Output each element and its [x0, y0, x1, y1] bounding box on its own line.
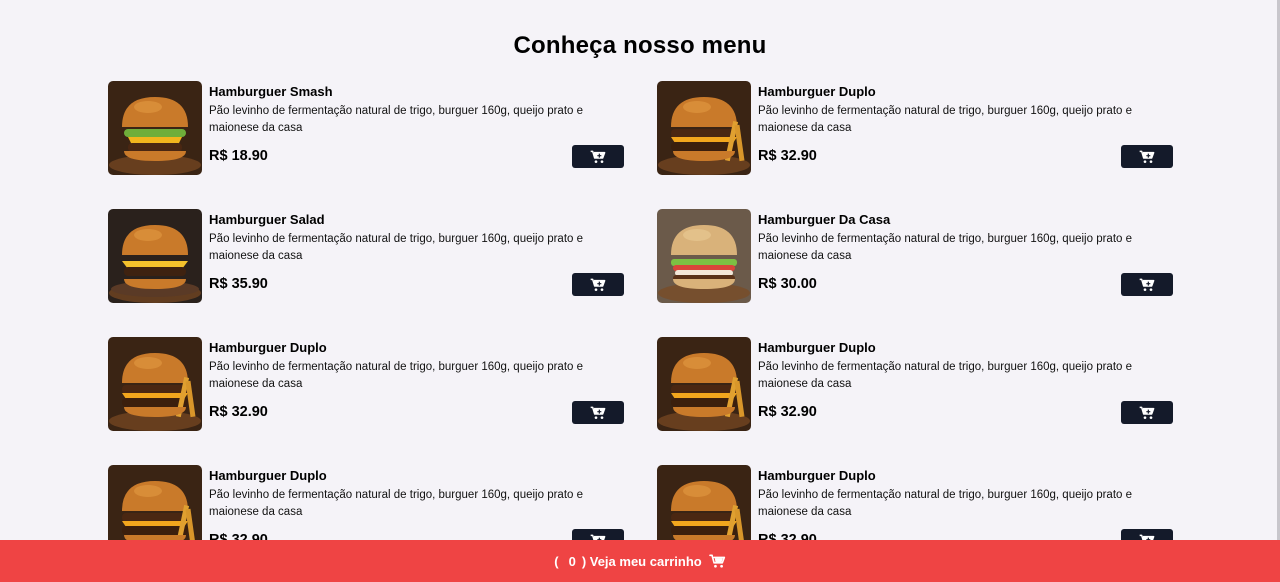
- cart-count: 0: [568, 553, 576, 569]
- cart-plus-icon: [1139, 406, 1155, 419]
- menu-item: Hamburguer Duplo Pão levinho de fermenta…: [657, 81, 1173, 175]
- menu-item-description: Pão levinho de fermentação natural de tr…: [209, 361, 584, 390]
- menu-item: Hamburguer Duplo Pão levinho de fermenta…: [657, 337, 1173, 431]
- menu-item-description: Pão levinho de fermentação natural de tr…: [758, 489, 1133, 518]
- menu-item-name: Hamburguer Duplo: [758, 468, 876, 483]
- menu-item-description: Pão levinho de fermentação natural de tr…: [758, 105, 1133, 134]
- menu-item-price: R$ 30.00: [758, 276, 817, 292]
- menu-item-name: Hamburguer Salad: [209, 212, 325, 227]
- menu-item: Hamburguer Smash Pão levinho de fermenta…: [108, 81, 624, 175]
- menu-grid: Hamburguer Smash Pão levinho de fermenta…: [108, 81, 1174, 559]
- view-cart-label: ) Veja meu carrinho: [581, 553, 702, 569]
- cart-plus-icon: [1139, 150, 1155, 163]
- cart-icon: [708, 554, 725, 568]
- burger-smash-image: [108, 81, 202, 175]
- menu-item: Hamburguer Da Casa Pão levinho de fermen…: [657, 209, 1173, 303]
- menu-item-info: Hamburguer Duplo Pão levinho de fermenta…: [758, 81, 1173, 175]
- menu-item-price: R$ 32.90: [209, 404, 268, 420]
- burger-duplo-image: [108, 337, 202, 431]
- view-cart-button[interactable]: ( 0 ) Veja meu carrinho: [0, 540, 1280, 582]
- menu-item-name: Hamburguer Duplo: [758, 340, 876, 355]
- menu-item-info: Hamburguer Salad Pão levinho de fermenta…: [209, 209, 624, 303]
- burger-da-casa-image: [657, 209, 751, 303]
- add-to-cart-button[interactable]: [572, 273, 624, 296]
- menu-page: Conheça nosso menu Hamburguer Smash Pão …: [0, 0, 1280, 582]
- menu-item-description: Pão levinho de fermentação natural de tr…: [209, 105, 584, 134]
- menu-item-description: Pão levinho de fermentação natural de tr…: [758, 233, 1133, 262]
- add-to-cart-button[interactable]: [572, 401, 624, 424]
- menu-item-info: Hamburguer Smash Pão levinho de fermenta…: [209, 81, 624, 175]
- cart-plus-icon: [590, 406, 606, 419]
- add-to-cart-button[interactable]: [1121, 401, 1173, 424]
- menu-item-info: Hamburguer Duplo Pão levinho de fermenta…: [209, 337, 624, 431]
- menu-item-description: Pão levinho de fermentação natural de tr…: [758, 361, 1133, 390]
- menu-item-info: Hamburguer Da Casa Pão levinho de fermen…: [758, 209, 1173, 303]
- add-to-cart-button[interactable]: [1121, 145, 1173, 168]
- add-to-cart-button[interactable]: [1121, 273, 1173, 296]
- menu-item-name: Hamburguer Duplo: [209, 340, 327, 355]
- page-title: Conheça nosso menu: [513, 32, 767, 59]
- menu-item-name: Hamburguer Smash: [209, 84, 333, 99]
- menu-item: Hamburguer Salad Pão levinho de fermenta…: [108, 209, 624, 303]
- menu-item-price: R$ 32.90: [758, 148, 817, 164]
- menu-item-price: R$ 35.90: [209, 276, 268, 292]
- menu-item-name: Hamburguer Duplo: [209, 468, 327, 483]
- cart-plus-icon: [590, 278, 606, 291]
- burger-duplo-image: [657, 81, 751, 175]
- menu-item-description: Pão levinho de fermentação natural de tr…: [209, 489, 584, 518]
- menu-item-description: Pão levinho de fermentação natural de tr…: [209, 233, 584, 262]
- menu-item-price: R$ 18.90: [209, 148, 268, 164]
- menu-item-name: Hamburguer Da Casa: [758, 212, 891, 227]
- menu-item: Hamburguer Duplo Pão levinho de fermenta…: [108, 337, 624, 431]
- add-to-cart-button[interactable]: [572, 145, 624, 168]
- menu-item-price: R$ 32.90: [758, 404, 817, 420]
- burger-salad-image: [108, 209, 202, 303]
- cart-plus-icon: [1139, 278, 1155, 291]
- menu-item-info: Hamburguer Duplo Pão levinho de fermenta…: [758, 337, 1173, 431]
- cart-plus-icon: [590, 150, 606, 163]
- burger-duplo-image: [657, 337, 751, 431]
- cart-count-open-paren: (: [554, 553, 559, 569]
- menu-item-name: Hamburguer Duplo: [758, 84, 876, 99]
